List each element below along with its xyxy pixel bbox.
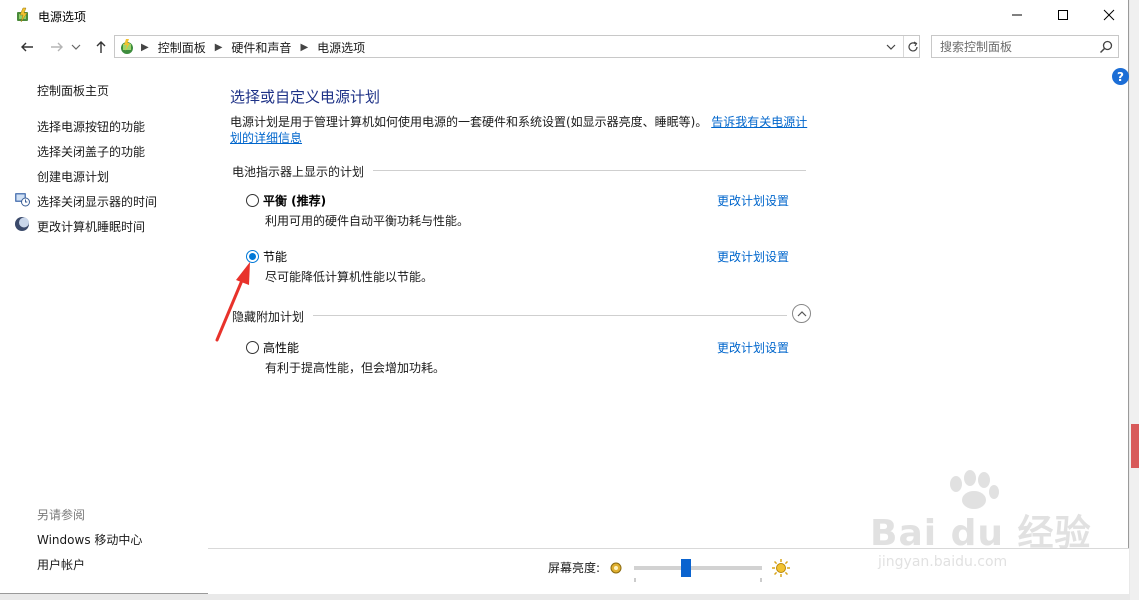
- collapse-hidden-plans-button[interactable]: [792, 304, 811, 323]
- refresh-button[interactable]: [903, 36, 921, 57]
- control-panel-icon: [121, 39, 133, 54]
- monitor-clock-icon: [15, 193, 30, 207]
- background-window-accent: [1131, 424, 1139, 468]
- chevron-down-icon: [886, 44, 896, 50]
- baidu-watermark: Bai du 经验 jingyan.baidu.com: [870, 470, 1092, 580]
- sidebar: 控制面板主页 选择电源按钮的功能 选择关闭盖子的功能 创建电源计划 选择关闭显示…: [0, 70, 208, 594]
- plan-balanced-radio[interactable]: [246, 194, 259, 207]
- chevron-down-icon: [71, 44, 81, 50]
- brightness-slider-ticks: [634, 578, 762, 582]
- sidebar-item-control-panel-home[interactable]: 控制面板主页: [37, 82, 109, 99]
- plan-balanced-desc: 利用可用的硬件自动平衡功耗与性能。: [265, 214, 470, 228]
- power-options-icon: [17, 7, 28, 23]
- watermark-text: Bai du 经验: [870, 513, 1092, 554]
- chevron-up-icon: [797, 310, 806, 316]
- minimize-icon: [1012, 14, 1022, 16]
- brightness-label: 屏幕亮度:: [548, 561, 601, 575]
- up-button[interactable]: [91, 37, 111, 57]
- back-button[interactable]: [17, 37, 37, 57]
- title-bar: 电源选项: [0, 0, 1128, 31]
- brightness-slider[interactable]: [634, 559, 762, 577]
- maximize-icon: [1058, 10, 1068, 20]
- battery-group-title: 电池指示器上显示的计划: [232, 165, 365, 179]
- annotation-arrow: [215, 262, 250, 342]
- help-icon[interactable]: ?: [1112, 68, 1129, 85]
- plan-balanced-name[interactable]: 平衡 (推荐): [263, 192, 326, 209]
- page-description: 电源计划是用于管理计算机如何使用电源的一套硬件和系统设置(如显示器亮度、睡眠等)…: [230, 114, 810, 146]
- plan-balanced: 平衡 (推荐) 利用可用的硬件自动平衡功耗与性能。 更改计划设置: [246, 190, 806, 230]
- background-window-edge: [1130, 0, 1139, 600]
- plan-high-performance-settings-link[interactable]: 更改计划设置: [717, 339, 789, 356]
- see-also-mobility-center[interactable]: Windows 移动中心: [37, 531, 142, 548]
- close-button[interactable]: [1086, 0, 1132, 30]
- address-row: ▶ 控制面板 ▶ 硬件和声音 ▶ 电源选项: [0, 33, 1128, 61]
- see-also-user-accounts[interactable]: 用户帐户: [37, 556, 85, 573]
- arrow-left-icon: [21, 42, 33, 52]
- see-also-heading: 另请参阅: [37, 508, 86, 522]
- search-icon[interactable]: [1098, 39, 1114, 55]
- recent-locations-button[interactable]: [69, 37, 83, 57]
- forward-button[interactable]: [47, 37, 67, 57]
- sidebar-item-create-plan[interactable]: 创建电源计划: [37, 168, 109, 185]
- plan-power-saver: 节能 尽可能降低计算机性能以节能。 更改计划设置: [246, 246, 806, 286]
- close-icon: [1103, 9, 1115, 21]
- arrow-up-icon: [96, 41, 106, 53]
- page-title: 选择或自定义电源计划: [230, 88, 381, 106]
- breadcrumb-hardware-sound[interactable]: 硬件和声音: [231, 39, 291, 56]
- breadcrumb: ▶ 控制面板 ▶ 硬件和声音 ▶ 电源选项: [141, 39, 366, 56]
- plan-power-saver-desc: 尽可能降低计算机性能以节能。: [265, 270, 434, 284]
- plan-balanced-settings-link[interactable]: 更改计划设置: [717, 192, 789, 209]
- hidden-plans-divider: [313, 315, 787, 316]
- description-text: 电源计划是用于管理计算机如何使用电源的一套硬件和系统设置(如显示器亮度、睡眠等)…: [230, 115, 708, 129]
- watermark-subtext: jingyan.baidu.com: [878, 554, 1008, 570]
- sidebar-item-power-button[interactable]: 选择电源按钮的功能: [37, 118, 145, 135]
- refresh-icon: [907, 40, 918, 51]
- sidebar-item-display-off-time[interactable]: 选择关闭显示器的时间: [37, 193, 157, 210]
- battery-group-divider: [373, 170, 806, 171]
- brightness-high-icon: [772, 559, 790, 577]
- sidebar-item-lid-close[interactable]: 选择关闭盖子的功能: [37, 143, 145, 160]
- search-input[interactable]: [940, 39, 1090, 55]
- address-bar[interactable]: ▶ 控制面板 ▶ 硬件和声音 ▶ 电源选项: [114, 35, 920, 58]
- address-dropdown-button[interactable]: [883, 39, 899, 55]
- arrow-right-icon: [51, 42, 63, 52]
- sidebar-item-sleep-time[interactable]: 更改计算机睡眠时间: [37, 218, 145, 235]
- plan-high-performance: 高性能 有利于提高性能，但会增加功耗。 更改计划设置: [246, 337, 806, 377]
- plan-power-saver-name[interactable]: 节能: [263, 248, 287, 265]
- brightness-low-icon: [610, 562, 622, 574]
- search-box[interactable]: [931, 35, 1119, 58]
- maximize-button[interactable]: [1040, 0, 1086, 30]
- window-title: 电源选项: [38, 10, 87, 24]
- minimize-button[interactable]: [994, 0, 1040, 30]
- brightness-slider-thumb[interactable]: [681, 559, 691, 577]
- plan-high-performance-desc: 有利于提高性能，但会增加功耗。: [265, 361, 446, 375]
- breadcrumb-power-options[interactable]: 电源选项: [317, 39, 365, 56]
- breadcrumb-control-panel[interactable]: 控制面板: [158, 39, 206, 56]
- plan-power-saver-settings-link[interactable]: 更改计划设置: [717, 248, 789, 265]
- plan-high-performance-name[interactable]: 高性能: [263, 339, 299, 356]
- moon-sleep-icon: [15, 217, 29, 231]
